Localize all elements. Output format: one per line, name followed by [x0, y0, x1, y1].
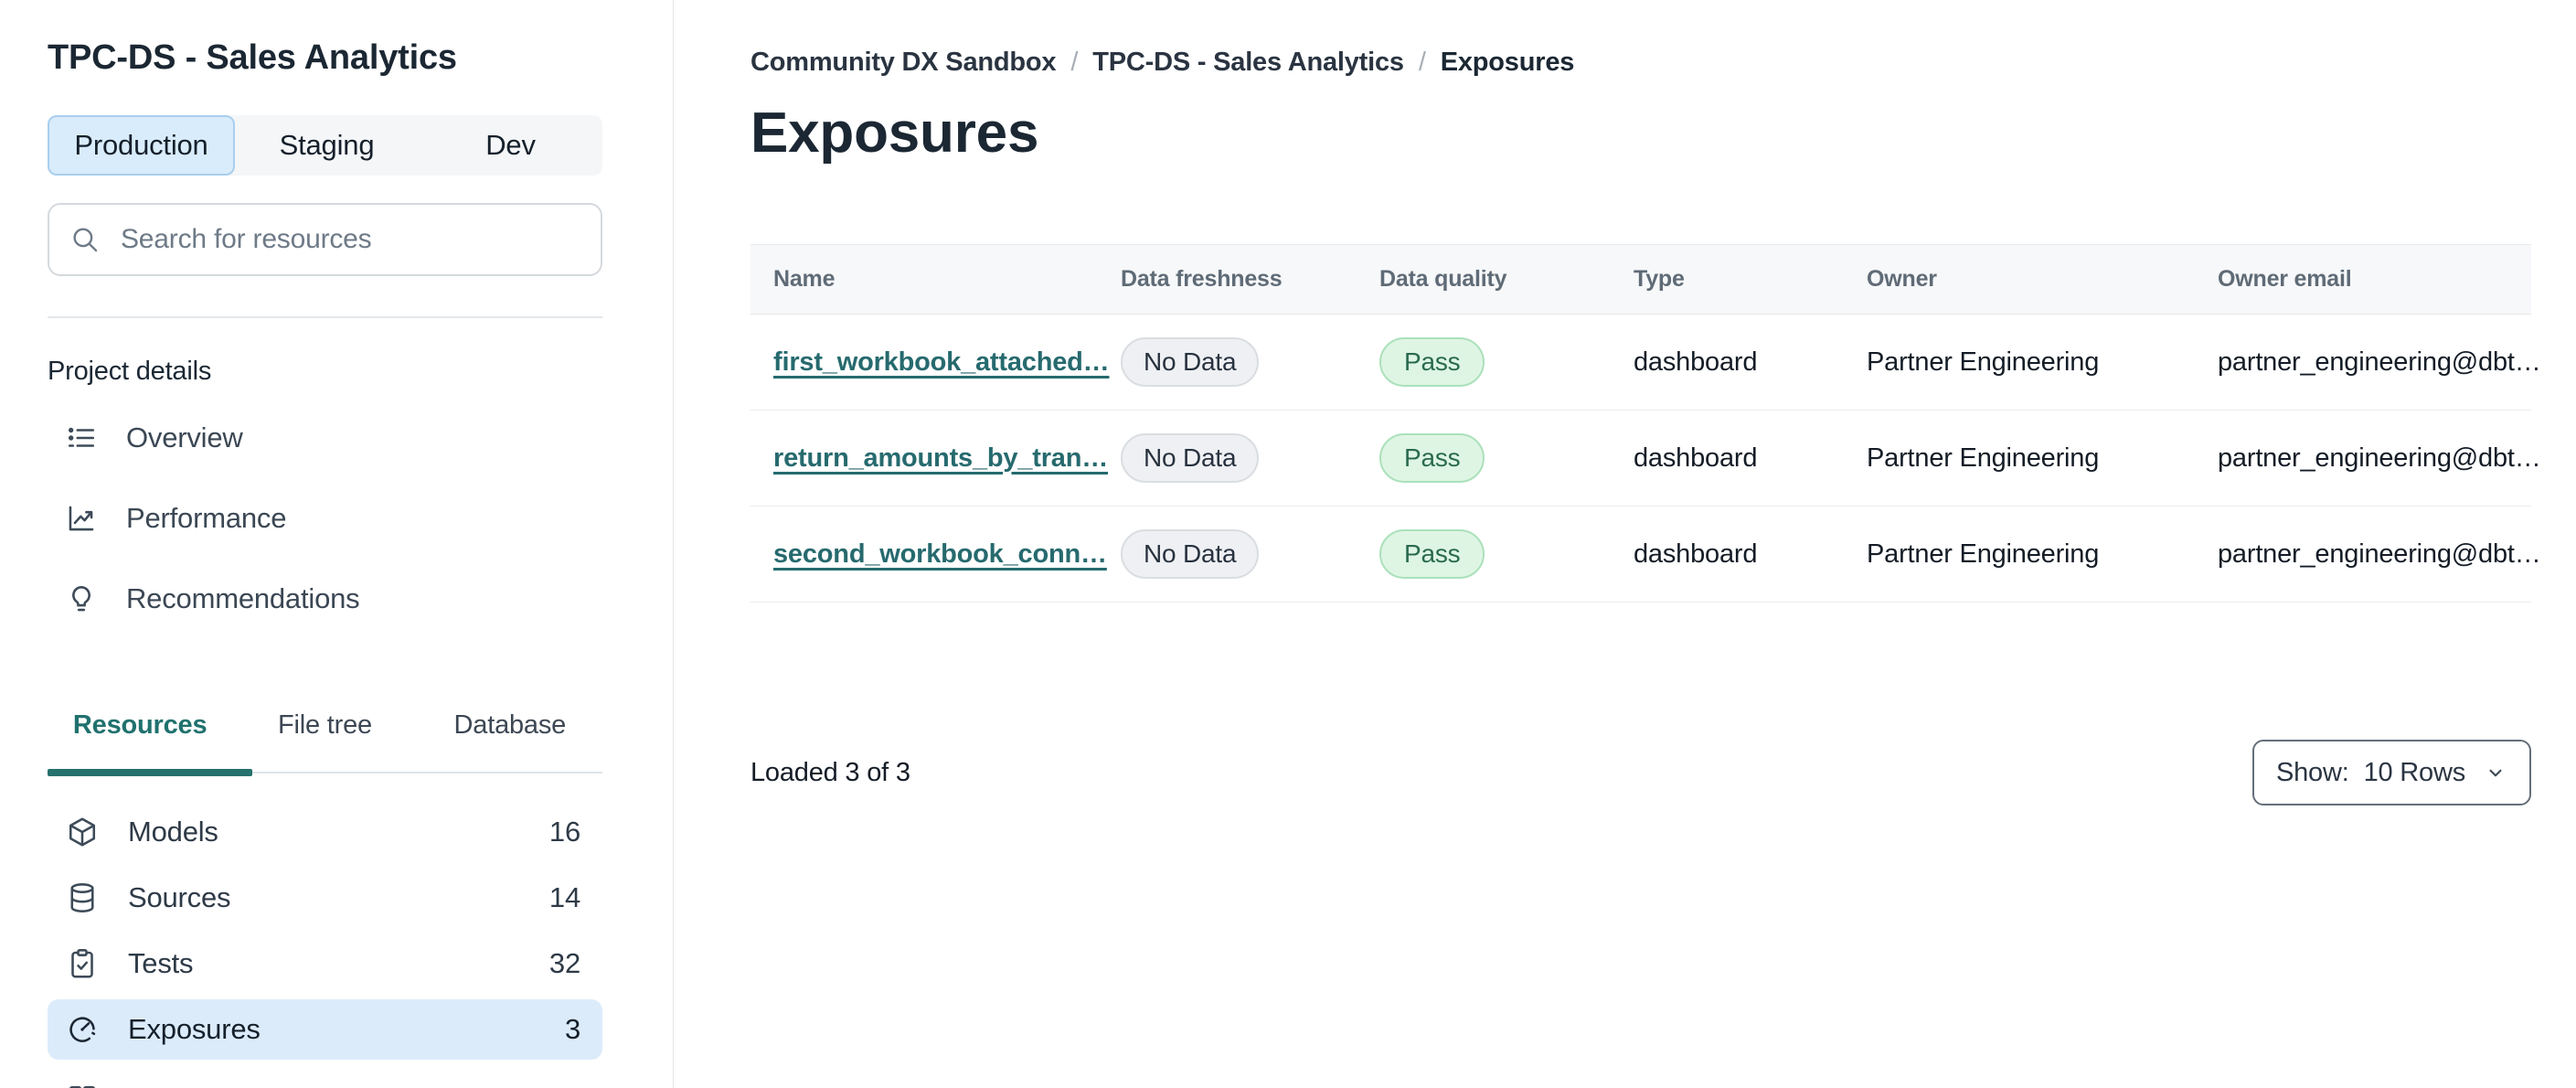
freshness-badge: No Data — [1121, 529, 1260, 579]
owner-cell: Partner Engineering — [1867, 410, 2218, 507]
search-placeholder: Search for resources — [121, 224, 372, 254]
search-icon — [69, 224, 101, 255]
exposure-link[interactable]: return_amounts_by_tran… — [773, 443, 1108, 473]
resource-count: 32 — [548, 947, 580, 979]
type-cell: dashboard — [1634, 506, 1867, 603]
owner-email-cell: partner_engineering@dbt… — [2218, 506, 2541, 603]
dbt-explorer-app: TPC-DS - Sales Analytics Production Stag… — [0, 0, 2576, 1088]
breadcrumb-project[interactable]: TPC-DS - Sales Analytics — [1092, 48, 1404, 78]
breadcrumb-separator: / — [1070, 48, 1079, 77]
tab-resources[interactable]: Resources — [48, 705, 232, 772]
show-value: 10 Rows — [2363, 757, 2466, 787]
exposures-table: Name Data freshness Data quality Type Ow… — [750, 244, 2541, 603]
owner-cell: Partner Engineering — [1867, 314, 2218, 411]
clipboard-check-icon — [66, 947, 99, 980]
resource-tabs: Resources File tree Database — [48, 705, 602, 776]
project-details-label: Project details — [48, 357, 212, 386]
sidebar-item-overview[interactable]: Overview — [48, 412, 602, 464]
resource-count: 3 — [564, 1013, 580, 1045]
owner-email-cell: partner_engineering@dbt… — [2218, 314, 2541, 411]
sidebar-item-tests[interactable]: Tests 32 — [48, 933, 602, 994]
rows-per-page-dropdown[interactable]: Show: 10 Rows — [2251, 740, 2531, 805]
column-header-owner[interactable]: Owner — [1867, 244, 2218, 315]
main-content: Community DX Sandbox / TPC-DS - Sales An… — [674, 0, 2576, 1088]
breadcrumb-separator: / — [1418, 48, 1426, 77]
owner-email-cell: partner_engineering@dbt… — [2218, 410, 2541, 507]
quality-badge: Pass — [1379, 529, 1485, 579]
sidebar-item-label: Recommendations — [126, 582, 360, 614]
table-header-row: Name Data freshness Data quality Type Ow… — [750, 244, 2531, 315]
column-header-name[interactable]: Name — [750, 244, 1121, 315]
project-menu: Overview Performance Recommendations — [48, 412, 602, 624]
resource-label: Models — [128, 816, 218, 848]
quality-badge: Pass — [1379, 337, 1485, 387]
cube-icon — [66, 816, 99, 848]
table-row: second_workbook_conn… No Data Pass dashb… — [750, 506, 2541, 603]
owner-cell: Partner Engineering — [1867, 506, 2218, 603]
breadcrumb-account[interactable]: Community DX Sandbox — [750, 48, 1057, 78]
freshness-badge: No Data — [1121, 337, 1260, 387]
tab-production[interactable]: Production — [48, 115, 235, 176]
tab-database[interactable]: Database — [418, 705, 602, 772]
sidebar-item-exposures[interactable]: Exposures 3 — [48, 999, 602, 1060]
page-title: Exposures — [750, 101, 1039, 165]
project-title: TPC-DS - Sales Analytics — [48, 38, 457, 77]
tab-file-tree[interactable]: File tree — [232, 705, 417, 772]
sidebar: TPC-DS - Sales Analytics Production Stag… — [0, 0, 674, 1088]
column-header-owner-email[interactable]: Owner email — [2218, 244, 2531, 315]
sidebar-item-performance[interactable]: Performance — [48, 493, 602, 544]
tab-staging[interactable]: Staging — [235, 115, 419, 176]
selected-tab-indicator — [48, 769, 252, 776]
table-row: return_amounts_by_tran… No Data Pass das… — [750, 410, 2541, 507]
breadcrumb-current: Exposures — [1440, 48, 1575, 77]
lightbulb-icon — [66, 583, 97, 614]
resource-label: Sources — [128, 881, 231, 913]
list-icon — [66, 422, 97, 453]
quality-badge: Pass — [1379, 433, 1485, 483]
exposure-link[interactable]: second_workbook_conn… — [773, 539, 1107, 569]
database-icon — [66, 881, 99, 914]
search-input[interactable]: Search for resources — [48, 203, 602, 276]
gauge-icon — [66, 1013, 99, 1046]
type-cell: dashboard — [1634, 314, 1867, 411]
environment-tabs: Production Staging Dev — [48, 115, 602, 176]
sidebar-item-models[interactable]: Models 16 — [48, 802, 602, 862]
exposure-link[interactable]: first_workbook_attached… — [773, 347, 1110, 377]
resource-count: 16 — [548, 816, 580, 848]
sidebar-item-sources[interactable]: Sources 14 — [48, 868, 602, 928]
sidebar-item-label: Overview — [126, 421, 243, 453]
table-row: first_workbook_attached… No Data Pass da… — [750, 314, 2541, 411]
tab-dev[interactable]: Dev — [419, 115, 602, 176]
column-header-data-freshness[interactable]: Data freshness — [1121, 244, 1379, 315]
column-header-data-quality[interactable]: Data quality — [1379, 244, 1634, 315]
loaded-status: Loaded 3 of 3 — [750, 757, 910, 787]
type-cell: dashboard — [1634, 410, 1867, 507]
sidebar-divider — [48, 316, 602, 318]
sidebar-item-partial[interactable] — [48, 1069, 602, 1088]
column-header-type[interactable]: Type — [1634, 244, 1867, 315]
resource-list: Models 16 Sources 14 Tests 32 Exposures … — [48, 802, 602, 1088]
resource-label: Tests — [128, 947, 194, 979]
chevron-down-icon — [2484, 761, 2507, 784]
line-chart-icon — [66, 503, 97, 534]
resource-label: Exposures — [128, 1013, 261, 1045]
grid-icon — [66, 1083, 99, 1088]
table-footer: Loaded 3 of 3 Show: 10 Rows — [750, 740, 2531, 805]
sidebar-item-label: Performance — [126, 502, 287, 534]
sidebar-item-recommendations[interactable]: Recommendations — [48, 573, 602, 624]
resource-count: 14 — [548, 881, 580, 913]
show-label: Show: — [2275, 757, 2349, 787]
breadcrumb: Community DX Sandbox / TPC-DS - Sales An… — [750, 48, 2532, 78]
freshness-badge: No Data — [1121, 433, 1260, 483]
